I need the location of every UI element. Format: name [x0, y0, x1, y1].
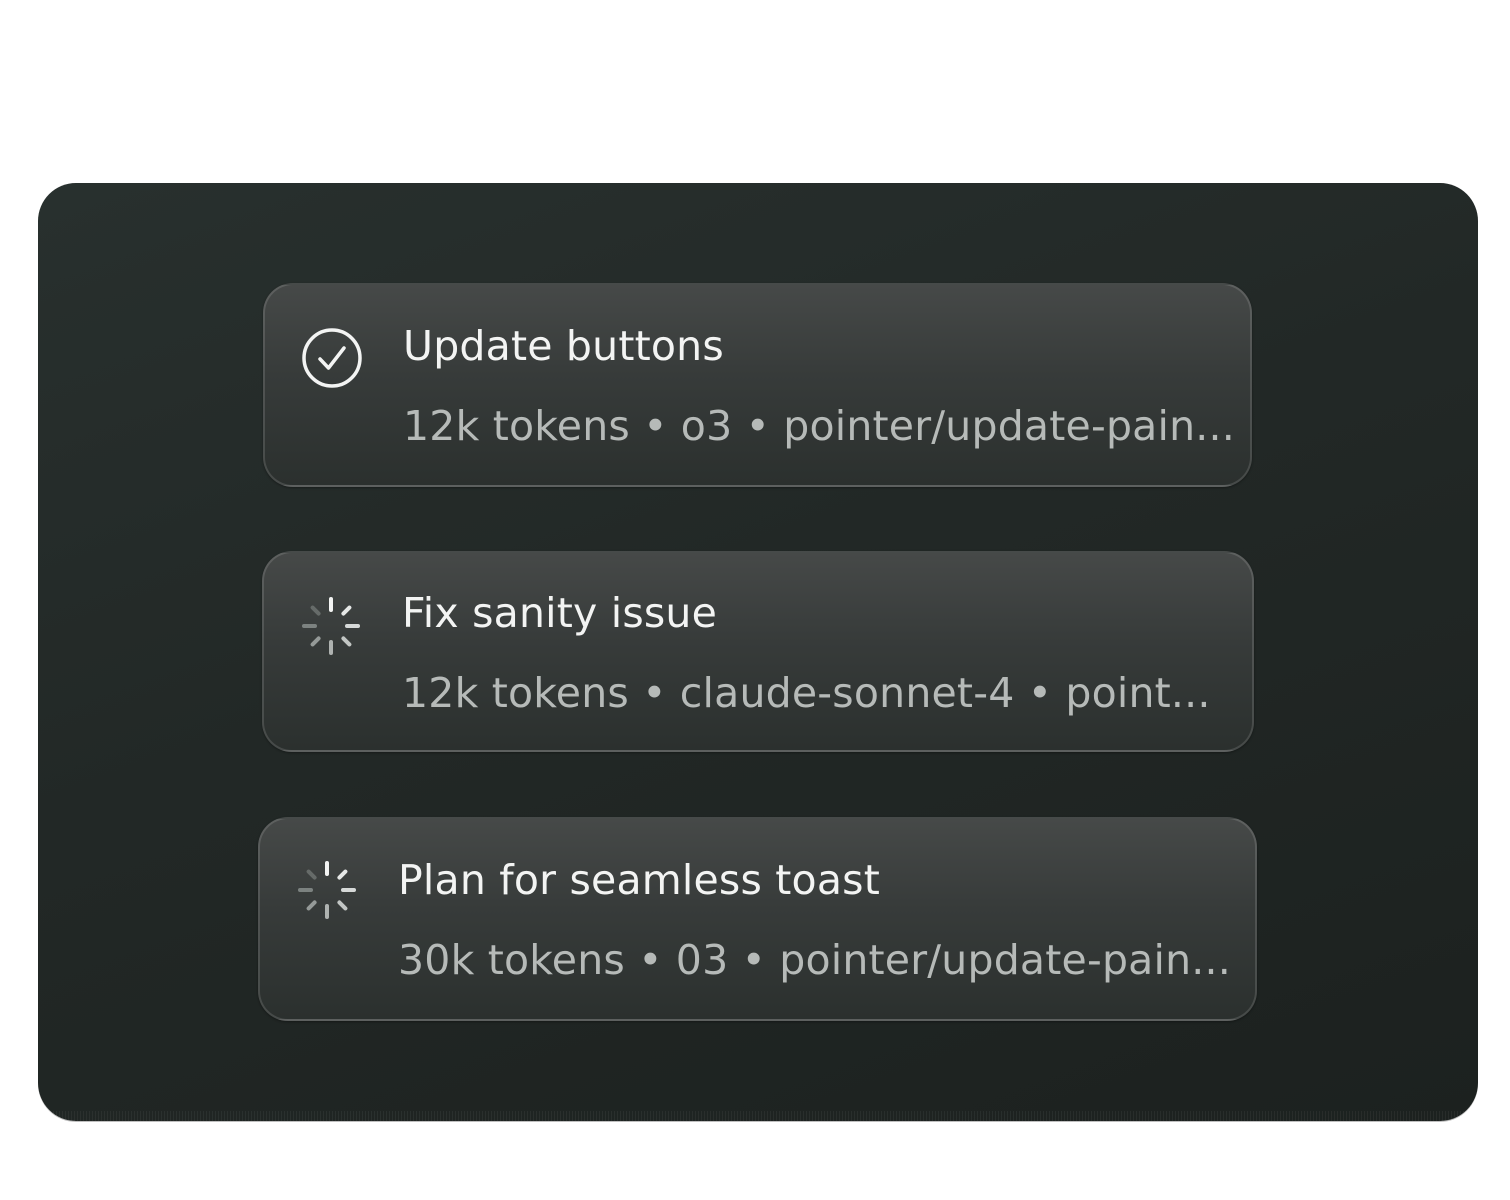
task-card-fix-sanity-issue[interactable]: Fix sanity issue 12k tokens • claude-son…	[262, 551, 1254, 752]
task-meta: 12k tokens • claude-sonnet-4 • point...	[402, 669, 1211, 717]
task-title: Update buttons	[403, 322, 724, 370]
check-circle-icon	[301, 327, 363, 389]
task-meta: 12k tokens • o3 • pointer/update-pain...	[403, 402, 1235, 450]
task-card-plan-for-seamless-toast[interactable]: Plan for seamless toast 30k tokens • 03 …	[258, 817, 1257, 1021]
spinner-icon	[300, 595, 362, 657]
task-meta: 30k tokens • 03 • pointer/update-pain...	[398, 936, 1231, 984]
task-card-update-buttons[interactable]: Update buttons 12k tokens • o3 • pointer…	[263, 283, 1252, 487]
task-title: Fix sanity issue	[402, 589, 718, 637]
task-title: Plan for seamless toast	[398, 856, 881, 904]
spinner-icon	[296, 859, 358, 921]
task-panel: Update buttons 12k tokens • o3 • pointer…	[38, 183, 1478, 1121]
